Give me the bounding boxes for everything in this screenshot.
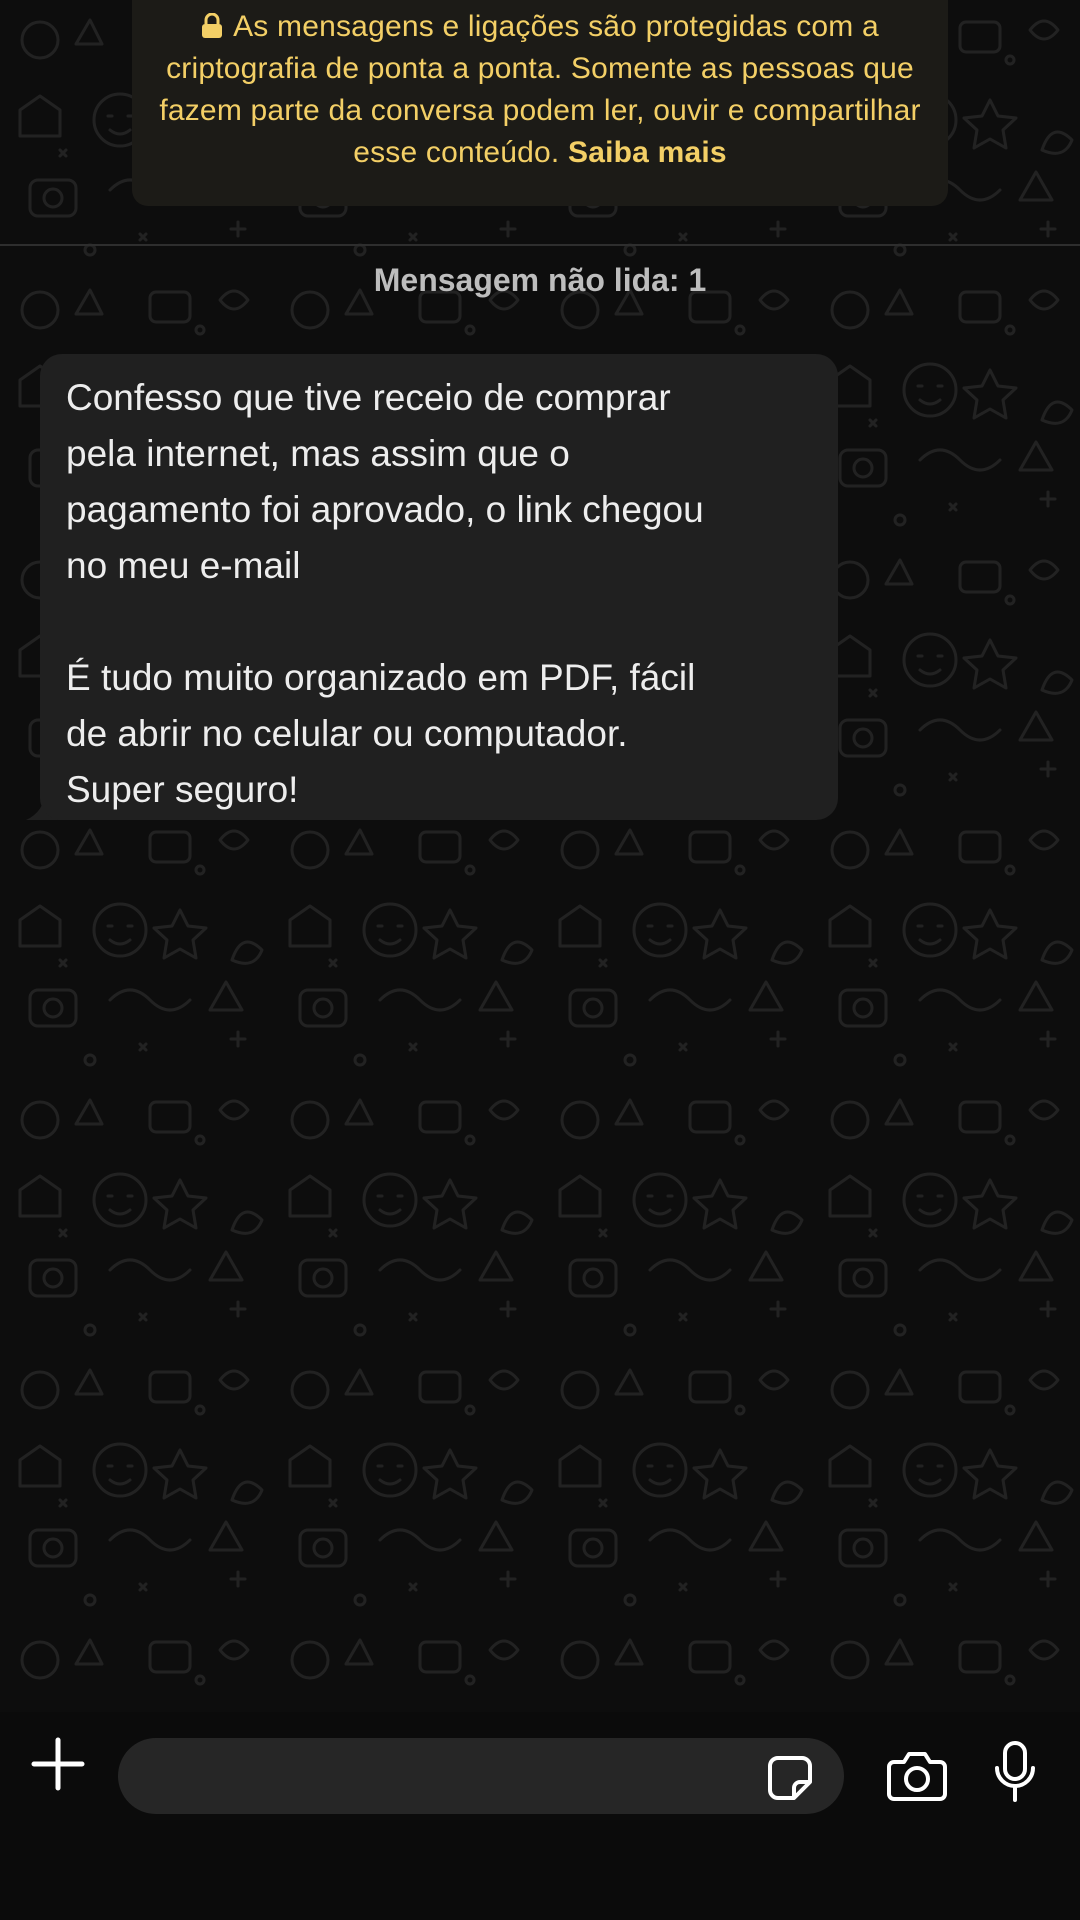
message-composer	[0, 1712, 1080, 1920]
sticker-icon	[768, 1756, 812, 1800]
chat-screen: As mensagens e ligações são protegidas c…	[0, 0, 1080, 1920]
learn-more-link[interactable]: Saiba mais	[568, 136, 727, 169]
message-input[interactable]	[118, 1738, 844, 1814]
plus-icon	[31, 1737, 85, 1791]
camera-button[interactable]	[886, 1748, 948, 1802]
unread-divider	[0, 244, 1080, 246]
encryption-notice-text: As mensagens e ligações são protegidas c…	[159, 10, 921, 169]
message-paragraph: Confesso que tive receio de comprar pela…	[66, 377, 704, 586]
camera-icon	[887, 1752, 947, 1801]
unread-messages-label: Mensagem não lida: 1	[373, 262, 707, 298]
incoming-message-bubble[interactable]: Confesso que tive receio de comprar pela…	[40, 354, 838, 820]
chat-area[interactable]: As mensagens e ligações são protegidas c…	[0, 0, 1080, 1712]
message-paragraph: É tudo muito organizado em PDF, fácil de…	[66, 657, 696, 810]
microphone-button[interactable]	[992, 1740, 1038, 1804]
encryption-notice[interactable]: As mensagens e ligações são protegidas c…	[132, 0, 948, 206]
mic-icon	[995, 1741, 1035, 1802]
lock-icon	[201, 13, 223, 39]
attach-plus-button[interactable]	[28, 1734, 88, 1794]
sticker-button[interactable]	[766, 1754, 814, 1802]
